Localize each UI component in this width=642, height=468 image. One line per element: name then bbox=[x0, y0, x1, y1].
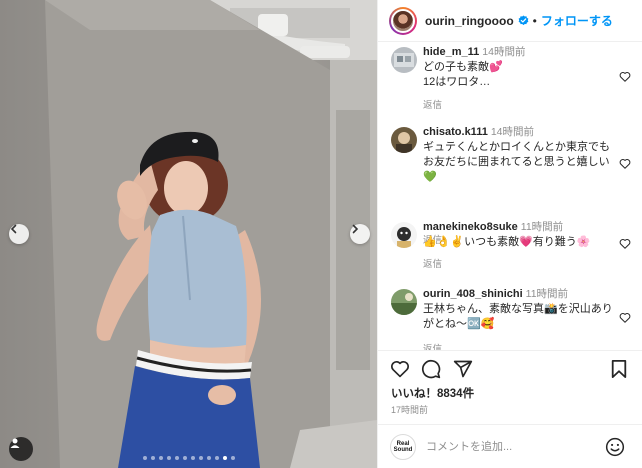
chevron-left-icon bbox=[10, 224, 17, 234]
slide-dot bbox=[174, 456, 179, 460]
realsound-logo: Real Sound bbox=[390, 434, 416, 460]
share-button[interactable] bbox=[453, 359, 473, 384]
comment-composer: Real Sound bbox=[378, 424, 642, 468]
post-header: ourin_ringoooo • フォローする bbox=[378, 0, 642, 42]
commenter-avatar[interactable] bbox=[391, 289, 417, 315]
comment-time[interactable]: 11時間前 bbox=[521, 221, 563, 233]
post-actions: いいね！8834件 17時間前 Real Sound bbox=[378, 350, 642, 468]
comment-like-button[interactable] bbox=[619, 156, 631, 174]
heart-icon bbox=[619, 159, 631, 169]
likes-count[interactable]: いいね！8834件 bbox=[391, 385, 474, 401]
commenter-avatar[interactable] bbox=[391, 47, 417, 73]
user-tag-icon bbox=[10, 438, 20, 448]
comment-button[interactable] bbox=[421, 359, 441, 384]
comment-icon bbox=[421, 359, 441, 379]
slide-dot bbox=[150, 456, 155, 460]
emoji-button[interactable] bbox=[605, 437, 625, 462]
comment-text: どの子も素敵💕 12はワロタ… bbox=[423, 61, 503, 88]
comment-username[interactable]: hide_m_11 bbox=[423, 46, 479, 58]
separator-dot: • bbox=[532, 13, 537, 28]
slide-dot bbox=[214, 456, 219, 460]
comments-list: hide_m_11 14時間前 どの子も素敵💕 12はワロタ… 返信 chisat… bbox=[378, 42, 642, 350]
comment-text: 王林ちゃん、素敵な写真📸を沢山あり がとね〜🆗🥰 bbox=[423, 303, 613, 330]
reply-button[interactable]: 返信 bbox=[423, 256, 442, 270]
bookmark-icon bbox=[611, 360, 627, 378]
next-slide-button[interactable] bbox=[350, 224, 370, 244]
follow-button[interactable]: フォローする bbox=[541, 12, 613, 29]
share-icon bbox=[453, 360, 473, 378]
comment-like-button[interactable] bbox=[619, 236, 631, 254]
comment-time[interactable]: 11時間前 bbox=[526, 288, 568, 300]
slide-dot bbox=[198, 456, 203, 460]
slide-dot bbox=[158, 456, 163, 460]
comment-time[interactable]: 14時間前 bbox=[491, 126, 534, 138]
slide-dot bbox=[206, 456, 211, 460]
duct-pipe bbox=[300, 46, 350, 58]
heart-icon bbox=[391, 361, 409, 378]
commenter-avatar[interactable] bbox=[391, 222, 417, 248]
post-photo bbox=[0, 0, 377, 468]
comment-username[interactable]: manekineko8suke bbox=[423, 221, 518, 233]
comment-username[interactable]: chisato.k111 bbox=[423, 126, 488, 138]
like-post-button[interactable] bbox=[390, 359, 410, 383]
heart-icon bbox=[619, 239, 631, 249]
post-timestamp[interactable]: 17時間前 bbox=[391, 403, 428, 416]
verified-badge-icon bbox=[518, 15, 529, 26]
reply-button[interactable]: 返信 bbox=[423, 341, 442, 350]
slide-dot bbox=[142, 456, 147, 460]
slide-indicator bbox=[0, 456, 377, 460]
commenter-avatar[interactable] bbox=[391, 127, 417, 153]
comment-like-button[interactable] bbox=[619, 310, 631, 328]
slide-dot bbox=[222, 456, 227, 460]
photo-illustration bbox=[45, 0, 377, 468]
comment-input[interactable] bbox=[426, 438, 596, 456]
slide-dot bbox=[182, 456, 187, 460]
chevron-right-icon bbox=[352, 224, 359, 234]
author-username[interactable]: ourin_ringoooo bbox=[425, 14, 514, 28]
comment-text: 👍👌✌️いつも素敵💗有り難う🌸 bbox=[423, 236, 591, 248]
reply-button[interactable]: 返信 bbox=[423, 97, 442, 111]
logo-text-line2: Sound bbox=[393, 447, 413, 453]
comment-text: ギュテくんとかロイくんとか東京でも お友だちに囲まれてると思うと嬉しい 💚 bbox=[423, 141, 610, 183]
save-button[interactable] bbox=[610, 359, 628, 384]
author-avatar[interactable] bbox=[389, 6, 417, 35]
previous-slide-button[interactable] bbox=[9, 224, 29, 244]
knit-top bbox=[147, 209, 247, 349]
heart-icon bbox=[619, 72, 631, 82]
comment-like-button[interactable] bbox=[619, 69, 631, 87]
comment-time[interactable]: 14時間前 bbox=[482, 46, 525, 58]
emoji-icon bbox=[605, 437, 625, 457]
comment-username[interactable]: ourin_408_shinichi bbox=[423, 288, 523, 300]
post-sidebar: ourin_ringoooo • フォローする hide_m_11 14時間前 ど… bbox=[377, 0, 642, 468]
slide-dot bbox=[230, 456, 235, 460]
slide-dot bbox=[166, 456, 171, 460]
slide-dot bbox=[190, 456, 195, 460]
heart-icon bbox=[619, 313, 631, 323]
skirt bbox=[118, 366, 260, 468]
